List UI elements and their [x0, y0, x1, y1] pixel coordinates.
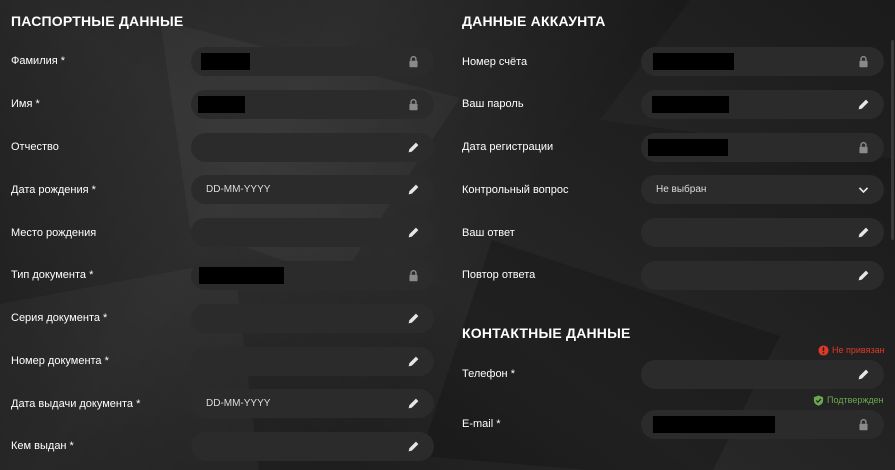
- repeat-answer-field[interactable]: [641, 261, 884, 290]
- birth-place-label: Место рождения: [11, 227, 97, 239]
- pencil-icon[interactable]: [407, 355, 420, 368]
- account-number-field: [641, 47, 884, 76]
- last-name-field: [191, 47, 434, 76]
- pencil-icon[interactable]: [857, 98, 870, 111]
- document-issue-date-label: Дата выдачи документа *: [11, 398, 141, 410]
- last-name-label: Фамилия *: [11, 55, 66, 67]
- issued-by-label: Кем выдан *: [11, 440, 74, 452]
- lock-icon: [409, 55, 418, 68]
- scrollbar[interactable]: [891, 40, 894, 240]
- lock-icon: [409, 98, 418, 111]
- answer-label: Ваш ответ: [462, 227, 515, 239]
- contacts-section-title: КОНТАКТНЫЕ ДАННЫЕ: [462, 325, 631, 341]
- redacted-value: [199, 267, 284, 284]
- first-name-field: [191, 90, 434, 119]
- document-number-field[interactable]: [191, 347, 434, 376]
- lock-icon: [409, 269, 418, 282]
- redacted-value: [653, 53, 734, 70]
- email-status: Подтвержден: [813, 394, 884, 406]
- registration-date-label: Дата регистрации: [462, 141, 554, 153]
- error-icon: [818, 344, 829, 356]
- pencil-icon[interactable]: [407, 440, 420, 453]
- security-question-label: Контрольный вопрос: [462, 184, 569, 196]
- birth-date-value: DD-MM-YYYY: [206, 184, 271, 195]
- email-status-text: Подтвержден: [827, 395, 884, 405]
- chevron-down-icon[interactable]: [857, 183, 870, 196]
- redacted-value: [648, 139, 728, 156]
- phone-label: Телефон *: [462, 368, 515, 380]
- patronymic-field[interactable]: [191, 133, 434, 162]
- security-question-select[interactable]: Не выбран: [641, 175, 884, 204]
- pencil-icon[interactable]: [857, 269, 870, 282]
- redacted-value: [201, 53, 250, 70]
- pencil-icon[interactable]: [407, 312, 420, 325]
- redacted-value: [653, 416, 775, 433]
- first-name-label: Имя *: [11, 98, 40, 110]
- document-type-field: [191, 261, 434, 290]
- password-field[interactable]: [641, 90, 884, 119]
- document-type-label: Тип документа *: [11, 269, 94, 281]
- redacted-value: [198, 96, 245, 113]
- lock-icon: [859, 55, 868, 68]
- registration-date-field: [641, 133, 884, 162]
- phone-field[interactable]: [641, 360, 884, 389]
- password-label: Ваш пароль: [462, 98, 524, 110]
- document-series-label: Серия документа *: [11, 312, 108, 324]
- birth-date-field[interactable]: DD-MM-YYYY: [191, 175, 434, 204]
- birth-date-label: Дата рождения *: [11, 184, 96, 196]
- redacted-value: [652, 96, 729, 113]
- issued-by-field[interactable]: [191, 432, 434, 461]
- security-question-value: Не выбран: [656, 184, 707, 195]
- document-issue-date-field[interactable]: DD-MM-YYYY: [191, 389, 434, 418]
- patronymic-label: Отчество: [11, 141, 59, 153]
- lock-icon: [859, 141, 868, 154]
- phone-status: Не привязан: [818, 344, 885, 356]
- lock-icon: [859, 418, 868, 431]
- answer-field[interactable]: [641, 218, 884, 247]
- pencil-icon[interactable]: [857, 368, 870, 381]
- email-label: E-mail *: [462, 418, 501, 430]
- phone-status-text: Не привязан: [832, 345, 885, 355]
- pencil-icon[interactable]: [407, 141, 420, 154]
- account-number-label: Номер счёта: [462, 56, 528, 68]
- email-field: [641, 410, 884, 439]
- repeat-answer-label: Повтор ответа: [462, 269, 536, 281]
- pencil-icon[interactable]: [857, 226, 870, 239]
- passport-section-title: ПАСПОРТНЫЕ ДАННЫЕ: [11, 13, 184, 29]
- pencil-icon[interactable]: [407, 397, 420, 410]
- document-number-label: Номер документа *: [11, 355, 109, 367]
- document-series-field[interactable]: [191, 304, 434, 333]
- shield-check-icon: [813, 394, 824, 406]
- document-issue-date-value: DD-MM-YYYY: [206, 398, 271, 409]
- pencil-icon[interactable]: [407, 183, 420, 196]
- account-section-title: ДАННЫЕ АККАУНТА: [462, 13, 606, 29]
- birth-place-field[interactable]: [191, 218, 434, 247]
- pencil-icon[interactable]: [407, 226, 420, 239]
